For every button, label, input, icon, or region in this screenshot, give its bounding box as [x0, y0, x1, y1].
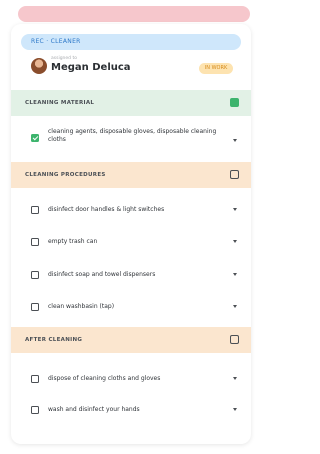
checklist-card: REC · CLEANER assigned to Megan Deluca I… — [11, 24, 251, 444]
section-title: CLEANING MATERIAL — [25, 100, 95, 106]
chevron-down-icon[interactable] — [233, 273, 237, 276]
chevron-down-icon[interactable] — [233, 240, 237, 243]
chevron-down-icon[interactable] — [233, 408, 237, 411]
section-cleaning-material[interactable]: CLEANING MATERIAL — [11, 90, 251, 116]
section-title: CLEANING PROCEDURES — [25, 172, 106, 178]
item-checkbox[interactable] — [31, 238, 39, 246]
section-after-cleaning[interactable]: AFTER CLEANING — [11, 327, 251, 353]
section-checkbox[interactable] — [230, 170, 239, 179]
role-chip: REC · CLEANER — [21, 34, 241, 50]
assignee-caption: assigned to — [51, 56, 77, 61]
checklist-item[interactable]: dispose of cleaning cloths and gloves — [11, 367, 251, 391]
checklist-item[interactable]: disinfect soap and towel dispensers — [11, 263, 251, 287]
item-label: wash and disinfect your hands — [48, 406, 140, 413]
item-checkbox[interactable] — [31, 406, 39, 414]
item-label: dispose of cleaning cloths and gloves — [48, 375, 161, 382]
item-checkbox[interactable] — [31, 303, 39, 311]
checklist-item[interactable]: clean washbasin (tap) — [11, 295, 251, 319]
item-label: cleaning agents, disposable gloves, disp… — [48, 128, 217, 143]
section-checkbox[interactable] — [230, 98, 239, 107]
chevron-down-icon[interactable] — [233, 305, 237, 308]
top-color-strip — [18, 6, 250, 22]
status-badge[interactable]: IN WORK — [199, 63, 233, 74]
checklist-item[interactable]: disinfect door handles & light switches — [11, 198, 251, 222]
section-checkbox[interactable] — [230, 335, 239, 344]
item-checkbox[interactable] — [31, 134, 39, 142]
item-checkbox[interactable] — [31, 206, 39, 214]
item-label: clean washbasin (tap) — [48, 303, 115, 310]
checklist-item[interactable]: empty trash can — [11, 230, 251, 254]
avatar — [31, 58, 47, 74]
chevron-down-icon[interactable] — [233, 208, 237, 211]
checklist-item[interactable]: wash and disinfect your hands — [11, 398, 251, 422]
chevron-down-icon[interactable] — [233, 377, 237, 380]
checklist-item[interactable]: cleaning agents, disposable gloves, disp… — [11, 126, 251, 150]
item-checkbox[interactable] — [31, 375, 39, 383]
item-label: empty trash can — [48, 238, 98, 245]
section-cleaning-procedures[interactable]: CLEANING PROCEDURES — [11, 162, 251, 188]
section-title: AFTER CLEANING — [25, 337, 83, 343]
assignee-row: assigned to Megan Deluca IN WORK — [21, 56, 241, 82]
item-label: disinfect door handles & light switches — [48, 206, 165, 213]
item-label: disinfect soap and towel dispensers — [48, 271, 156, 278]
chevron-down-icon[interactable] — [233, 139, 237, 142]
assignee-name: Megan Deluca — [51, 62, 131, 73]
item-checkbox[interactable] — [31, 271, 39, 279]
